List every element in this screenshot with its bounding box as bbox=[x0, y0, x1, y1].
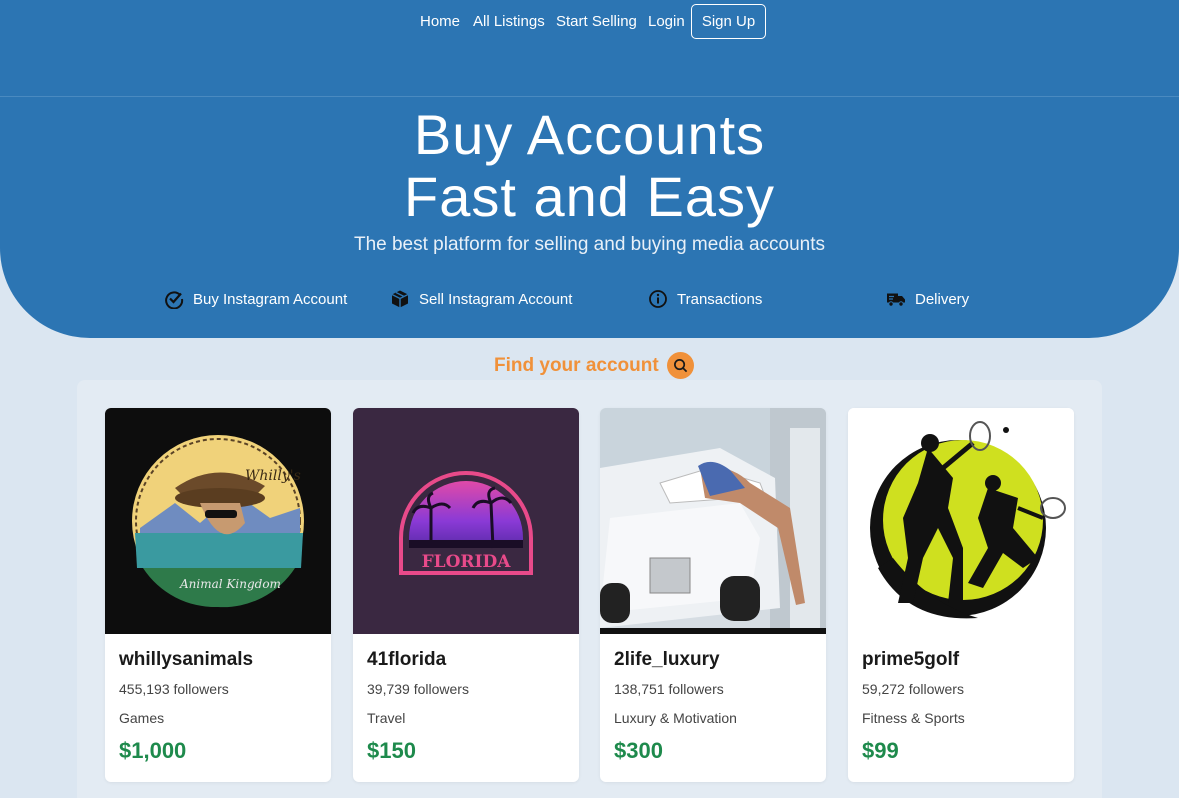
top-navigation: Home All Listings Start Selling Login Si… bbox=[0, 0, 1179, 97]
box-icon bbox=[391, 290, 409, 308]
feature-transactions[interactable]: Transactions bbox=[648, 289, 762, 309]
listing-card-41florida[interactable]: FLORIDA 41florida 39,739 followers Trave… bbox=[353, 408, 579, 782]
find-account-section: Find your account bbox=[494, 352, 694, 379]
listing-name: whillysanimals bbox=[119, 649, 254, 670]
listing-price: $1,000 bbox=[119, 738, 187, 763]
listing-name: 41florida bbox=[367, 649, 447, 670]
feature-label: Transactions bbox=[677, 290, 763, 308]
image-text: Whilly's bbox=[245, 468, 301, 484]
listing-price: $99 bbox=[862, 738, 899, 763]
listing-name: 2life_luxury bbox=[614, 649, 720, 670]
listing-followers: 59,272 followers bbox=[862, 681, 964, 697]
listing-card-prime5golf[interactable]: prime5golf 59,272 followers Fitness & Sp… bbox=[848, 408, 1074, 782]
search-button[interactable] bbox=[666, 352, 694, 379]
feature-delivery[interactable]: Delivery bbox=[886, 289, 969, 309]
listing-price: $150 bbox=[367, 738, 416, 763]
nav-login-link[interactable]: Login bbox=[648, 13, 685, 30]
account-image: Whilly's Animal Kingdom bbox=[105, 408, 331, 634]
account-image bbox=[600, 408, 826, 634]
nav-home-link[interactable]: Home bbox=[420, 13, 460, 30]
listing-category: Luxury & Motivation bbox=[614, 710, 737, 726]
image-text: FLORIDA bbox=[422, 552, 512, 572]
nav-start-selling-link[interactable]: Start Selling bbox=[556, 13, 637, 30]
account-image: FLORIDA bbox=[353, 408, 579, 634]
listing-category: Fitness & Sports bbox=[862, 710, 965, 726]
listing-followers: 39,739 followers bbox=[367, 681, 469, 697]
listing-name: prime5golf bbox=[862, 649, 960, 670]
search-icon bbox=[673, 359, 687, 373]
feature-label: Sell Instagram Account bbox=[419, 290, 573, 308]
hero-title-line-1: Buy Accounts bbox=[413, 103, 766, 166]
feature-label: Buy Instagram Account bbox=[193, 290, 348, 308]
hero-title-line-2: Fast and Easy bbox=[404, 165, 775, 228]
nav-all-listings-link[interactable]: All Listings bbox=[473, 13, 545, 30]
info-circle-icon bbox=[649, 290, 667, 308]
check-circle-icon bbox=[165, 291, 184, 309]
listing-followers: 138,751 followers bbox=[614, 681, 724, 697]
hero-section: Home All Listings Start Selling Login Si… bbox=[0, 0, 1179, 338]
listing-card-whillysanimals[interactable]: Whilly's Animal Kingdom whillysanimals 4… bbox=[105, 408, 331, 782]
hero-subtitle: The best platform for selling and buying… bbox=[353, 234, 826, 255]
feature-label: Delivery bbox=[915, 290, 970, 308]
listing-followers: 455,193 followers bbox=[119, 681, 229, 697]
feature-buy-instagram[interactable]: Buy Instagram Account bbox=[164, 289, 347, 309]
account-image bbox=[848, 408, 1074, 634]
listing-category: Travel bbox=[367, 710, 406, 726]
sign-up-button[interactable]: Sign Up bbox=[691, 4, 766, 39]
image-text: Animal Kingdom bbox=[179, 577, 281, 591]
find-account-label: Find your account bbox=[494, 354, 659, 376]
hero-title: Buy Accounts Fast and Easy bbox=[0, 104, 1179, 228]
feature-sell-instagram[interactable]: Sell Instagram Account bbox=[390, 289, 572, 309]
truck-icon bbox=[887, 293, 905, 307]
listing-category: Games bbox=[119, 710, 165, 726]
listing-price: $300 bbox=[614, 738, 663, 763]
listing-card-2life-luxury[interactable]: 2life_luxury 138,751 followers Luxury & … bbox=[600, 408, 826, 782]
